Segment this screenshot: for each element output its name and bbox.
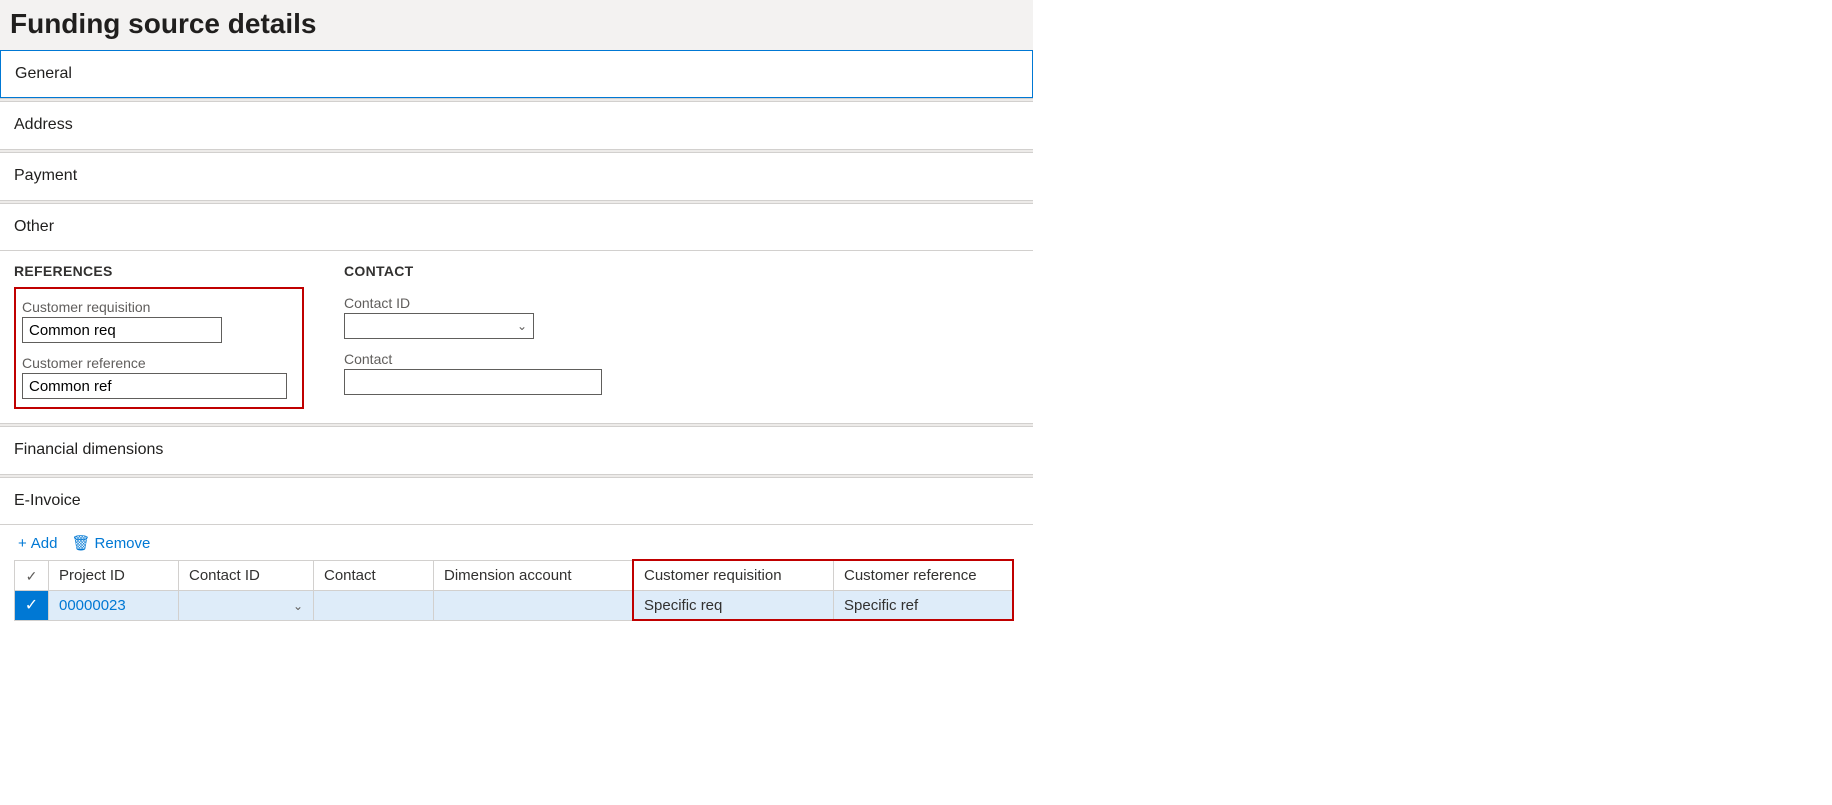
tab-address-label: Address — [14, 116, 73, 133]
cell-contact-id[interactable]: ⌄ — [179, 591, 314, 621]
chevron-down-icon: ⌄ — [517, 319, 527, 333]
tab-address[interactable]: Address — [0, 101, 1033, 149]
tab-other[interactable]: Other — [0, 203, 1033, 251]
add-button-label: Add — [31, 535, 58, 552]
einvoice-body: + Add 🗑 Remove ✓ Project ID Contact ID C… — [0, 525, 1033, 635]
grid-wrapper: ✓ Project ID Contact ID Contact Dimensio… — [14, 560, 1019, 621]
plus-icon: + — [18, 536, 27, 551]
contact-input[interactable] — [344, 369, 602, 395]
tab-einvoice[interactable]: E-Invoice — [0, 477, 1033, 525]
chevron-down-icon: ⌄ — [293, 599, 303, 613]
row-select[interactable]: ✓ — [15, 591, 49, 621]
tab-financial-dimensions[interactable]: Financial dimensions — [0, 426, 1033, 474]
remove-button-label: Remove — [95, 535, 151, 552]
col-contact[interactable]: Contact — [314, 561, 434, 591]
einvoice-toolbar: + Add 🗑 Remove — [14, 531, 1019, 560]
cell-customer-reference[interactable]: Specific ref — [834, 591, 1014, 621]
tab-general-label: General — [15, 65, 72, 82]
customer-requisition-label: Customer requisition — [22, 299, 296, 315]
references-highlight: Customer requisition Customer reference — [14, 287, 304, 409]
tab-einvoice-label: E-Invoice — [14, 492, 81, 509]
contact-id-select[interactable]: ⌄ — [344, 313, 534, 339]
cell-dimension-account[interactable] — [434, 591, 634, 621]
table-row[interactable]: ✓ 00000023 ⌄ Specific req Specific ref — [15, 591, 1014, 621]
col-dimension-account[interactable]: Dimension account — [434, 561, 634, 591]
cell-customer-requisition[interactable]: Specific req — [634, 591, 834, 621]
trash-icon: 🗑 — [71, 536, 90, 551]
contact-heading: CONTACT — [344, 263, 644, 279]
select-all-header[interactable]: ✓ — [15, 561, 49, 591]
tab-payment[interactable]: Payment — [0, 152, 1033, 200]
contact-label: Contact — [344, 351, 644, 367]
tab-financial-dimensions-label: Financial dimensions — [14, 441, 163, 458]
remove-button[interactable]: 🗑 Remove — [71, 535, 150, 552]
contact-id-label: Contact ID — [344, 295, 644, 311]
einvoice-grid: ✓ Project ID Contact ID Contact Dimensio… — [14, 560, 1014, 621]
col-project-id[interactable]: Project ID — [49, 561, 179, 591]
col-contact-id[interactable]: Contact ID — [179, 561, 314, 591]
tab-payment-label: Payment — [14, 167, 77, 184]
tab-general[interactable]: General — [0, 50, 1033, 98]
customer-reference-label: Customer reference — [22, 355, 296, 371]
col-customer-reference[interactable]: Customer reference — [834, 561, 1014, 591]
references-heading: REFERENCES — [14, 263, 304, 279]
add-button[interactable]: + Add — [18, 535, 57, 552]
tab-other-label: Other — [14, 218, 54, 235]
check-icon: ✓ — [26, 562, 38, 590]
page-title: Funding source details — [10, 8, 1023, 40]
other-body: REFERENCES Customer requisition Customer… — [0, 251, 1033, 423]
customer-requisition-input[interactable] — [22, 317, 222, 343]
customer-reference-input[interactable] — [22, 373, 287, 399]
cell-project-id[interactable]: 00000023 — [49, 591, 179, 621]
page-header: Funding source details — [0, 0, 1033, 50]
cell-contact[interactable] — [314, 591, 434, 621]
col-customer-requisition[interactable]: Customer requisition — [634, 561, 834, 591]
check-icon: ✓ — [15, 592, 48, 620]
